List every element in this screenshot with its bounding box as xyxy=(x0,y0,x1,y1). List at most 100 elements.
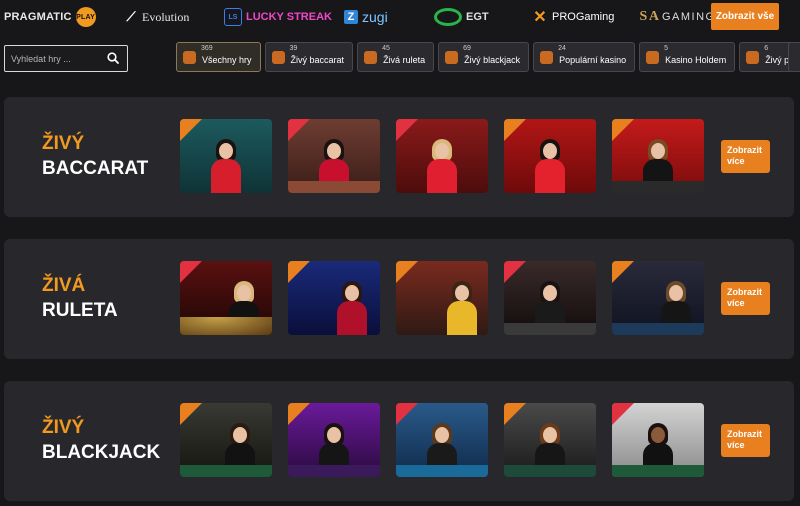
section-title-line1: ŽIVÁ xyxy=(42,275,86,296)
roulette-icon xyxy=(364,50,378,64)
provider-badge-icon xyxy=(288,119,310,141)
search-input[interactable] xyxy=(11,53,101,64)
dealer-image xyxy=(445,281,479,335)
tab-popular-casino[interactable]: 24 Populární kasino xyxy=(533,42,636,72)
category-label: Všechny hry xyxy=(202,55,252,65)
provider-badge-icon xyxy=(180,261,202,283)
section-live-baccarat: ŽIVÝ BACCARAT Zobrazit více xyxy=(4,97,794,217)
provider-name: GAMING xyxy=(662,11,716,23)
section-title: ŽIVÝ BLACKJACK xyxy=(42,415,160,465)
provider-badge-icon xyxy=(396,403,418,425)
provider-badge-icon xyxy=(180,119,202,141)
game-tile[interactable] xyxy=(180,403,272,477)
progaming-logo-icon: ✕ xyxy=(533,9,547,26)
game-tiles xyxy=(180,403,704,477)
game-tiles xyxy=(180,119,704,193)
tab-casino-holdem[interactable]: 5 Kasino Holdem xyxy=(639,42,736,72)
provider-progaming[interactable]: ✕ PROGaming xyxy=(532,0,614,34)
show-all-providers-button[interactable]: Zobrazit vše xyxy=(711,3,779,30)
provider-bar: PRAGMATIC PLAY ⟋ Evolution LS LUCKY STRE… xyxy=(0,0,800,34)
game-tile[interactable] xyxy=(612,261,704,335)
provider-badge-icon xyxy=(288,261,310,283)
game-tile[interactable] xyxy=(288,261,380,335)
game-tile[interactable] xyxy=(504,261,596,335)
game-tile[interactable] xyxy=(180,261,272,335)
dealer-image xyxy=(533,139,567,193)
dealer-image xyxy=(209,139,243,193)
provider-badge-icon xyxy=(612,261,634,283)
category-count: 69 xyxy=(463,45,471,52)
show-more-baccarat-button[interactable]: Zobrazit více xyxy=(721,140,770,173)
provider-ezugi[interactable]: Z zugi xyxy=(344,0,388,34)
provider-sa-gaming[interactable]: SA GAMING xyxy=(640,0,716,34)
dealer-image xyxy=(335,281,369,335)
category-label: Populární kasino xyxy=(559,55,627,65)
provider-name: EGT xyxy=(466,11,489,23)
ezugi-logo-icon: Z xyxy=(344,10,358,24)
category-tabs: 369 Všechny hry 39 Živý baccarat 45 Živá… xyxy=(176,42,800,72)
game-tile[interactable] xyxy=(288,119,380,193)
provider-name: PROGaming xyxy=(552,11,615,23)
cards-icon xyxy=(271,50,285,64)
tab-all-games[interactable]: 369 Všechny hry xyxy=(176,42,261,72)
provider-badge-icon xyxy=(612,119,634,141)
provider-badge-icon xyxy=(504,403,526,425)
provider-badge-icon xyxy=(612,403,634,425)
search-box xyxy=(4,45,128,72)
section-title-line1: ŽIVÝ xyxy=(42,417,85,438)
show-more-roulette-button[interactable]: Zobrazit více xyxy=(721,282,770,315)
category-count: 24 xyxy=(558,45,566,52)
holdem-icon xyxy=(646,50,660,64)
category-count: 369 xyxy=(201,45,213,52)
provider-name: zugi xyxy=(362,9,388,25)
search-icon[interactable] xyxy=(107,52,119,64)
blackjack-icon xyxy=(445,50,459,64)
game-tile[interactable] xyxy=(612,403,704,477)
provider-badge-icon xyxy=(504,261,526,283)
section-title-line1: ŽIVÝ xyxy=(42,133,85,154)
provider-lucky-streak[interactable]: LS LUCKY STREAK xyxy=(224,0,332,34)
provider-pragmatic-play[interactable]: PRAGMATIC PLAY xyxy=(4,0,96,34)
section-live-roulette: ŽIVÁ RULETA Zobrazit více xyxy=(4,239,794,359)
category-label: Živý blackjack xyxy=(464,55,521,65)
tab-live-blackjack[interactable]: 69 Živý blackjack xyxy=(438,42,530,72)
dealer-image xyxy=(425,139,459,193)
category-count: 6 xyxy=(764,45,769,52)
provider-name: Evolution xyxy=(142,9,190,24)
section-title: ŽIVÝ BACCARAT xyxy=(42,131,148,181)
provider-evolution[interactable]: ⟋ Evolution xyxy=(124,0,189,34)
provider-badge-icon xyxy=(504,119,526,141)
all-games-icon xyxy=(183,50,196,64)
game-tile[interactable] xyxy=(180,119,272,193)
category-count: 39 xyxy=(289,45,298,52)
provider-badge-icon xyxy=(396,261,418,283)
game-tile[interactable] xyxy=(288,403,380,477)
provider-name: LUCKY STREAK xyxy=(246,11,332,23)
egt-logo-icon xyxy=(434,8,462,26)
provider-badge-icon xyxy=(288,403,310,425)
game-tile[interactable] xyxy=(396,119,488,193)
game-tile[interactable] xyxy=(396,403,488,477)
section-title: ŽIVÁ RULETA xyxy=(42,273,118,323)
game-tile[interactable] xyxy=(612,119,704,193)
lucky-streak-logo-icon: LS xyxy=(224,8,242,26)
pragmatic-play-logo-icon: PLAY xyxy=(75,7,96,27)
category-scroll-right[interactable] xyxy=(788,42,800,72)
game-tile[interactable] xyxy=(396,261,488,335)
tab-live-roulette[interactable]: 45 Živá ruleta xyxy=(357,42,435,72)
show-more-blackjack-button[interactable]: Zobrazit více xyxy=(721,424,770,457)
category-count: 5 xyxy=(664,45,669,52)
provider-name: PRAGMATIC xyxy=(4,11,72,23)
section-title-line2: RULETA xyxy=(42,300,118,321)
category-label: Kasino Holdem xyxy=(665,55,727,65)
tab-live-baccarat[interactable]: 39 Živý baccarat xyxy=(264,42,354,72)
category-label: Živá ruleta xyxy=(383,55,426,65)
poker-icon xyxy=(746,50,760,64)
game-tile[interactable] xyxy=(504,403,596,477)
evolution-logo-icon: ⟋ xyxy=(126,9,136,24)
section-live-blackjack: ŽIVÝ BLACKJACK Zobrazit více xyxy=(4,381,794,501)
provider-egt[interactable]: EGT xyxy=(434,0,489,34)
section-title-line2: BACCARAT xyxy=(42,158,149,179)
provider-badge-icon xyxy=(396,119,418,141)
game-tile[interactable] xyxy=(504,119,596,193)
